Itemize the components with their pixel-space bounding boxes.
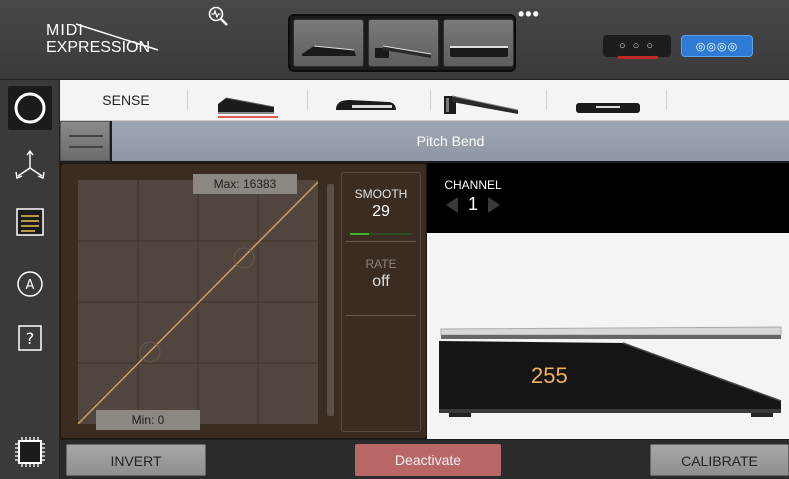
smooth-value: 29 xyxy=(372,203,390,220)
curve-max-label: Max: 16383 xyxy=(193,174,297,194)
sidebar: A ? xyxy=(0,80,60,479)
flat-switch-icon xyxy=(576,103,640,113)
preset-button-1[interactable] xyxy=(293,19,364,67)
pedal-preset-group xyxy=(288,14,516,72)
hamburger-line xyxy=(69,146,103,148)
sidebar-item-auto[interactable]: A xyxy=(8,262,52,306)
sidebar-item-help[interactable]: ? xyxy=(8,316,52,360)
smooth-level-fill xyxy=(350,233,369,235)
rate-value: off xyxy=(372,273,390,290)
channel-prev-icon[interactable] xyxy=(445,196,458,213)
sidebar-item-device[interactable] xyxy=(8,430,52,474)
rate-label: RATE xyxy=(365,257,397,271)
lever-pedal-icon xyxy=(375,45,432,58)
invert-button[interactable]: INVERT xyxy=(66,444,206,476)
question-icon: ? xyxy=(18,325,42,351)
rate-control[interactable]: RATE off xyxy=(342,251,420,311)
tab-flat-switch[interactable] xyxy=(570,80,646,121)
tab-divider xyxy=(187,90,188,110)
channel-value: 1 xyxy=(467,194,478,214)
sustain-pedal-icon xyxy=(444,95,519,114)
sidebar-item-main[interactable] xyxy=(8,86,52,130)
channel-next-icon[interactable] xyxy=(488,196,500,213)
help-question-label: ? xyxy=(26,329,35,348)
sidebar-item-settings[interactable] xyxy=(8,200,52,244)
more-options-icon[interactable]: ••• xyxy=(518,4,540,25)
filter-controls: SMOOTH 29 RATE off xyxy=(341,172,421,432)
preset-button-3[interactable] xyxy=(443,19,514,67)
pedal-type-tabs: SENSE xyxy=(60,80,789,121)
app-logo: MIDI EXPRESSION xyxy=(46,22,159,56)
list-document-icon xyxy=(16,208,44,236)
flat-pedal-icon xyxy=(302,45,356,56)
control-divider xyxy=(346,315,416,316)
tab-selected-indicator xyxy=(218,116,278,118)
jack-selector-a[interactable]: ○ ○ ○ xyxy=(603,35,671,57)
button-pedal-icon xyxy=(336,100,396,110)
calibrate-button[interactable]: CALIBRATE xyxy=(650,444,789,476)
channel-selector: CHANNEL 1 xyxy=(433,173,513,221)
response-curve-editor[interactable] xyxy=(77,180,319,425)
pedal-search-icon[interactable] xyxy=(208,6,232,28)
curve-handle-high[interactable] xyxy=(233,247,255,269)
jack-selector-b[interactable]: ◎◎◎◎ xyxy=(681,35,753,57)
response-curve-panel: Max: 16383 Min: 0 SMOOTH 29 RATE off xyxy=(60,163,427,439)
tab-sense[interactable]: SENSE xyxy=(90,80,162,121)
logo-swoosh-icon xyxy=(75,23,159,51)
tab-divider xyxy=(666,90,667,110)
tab-ramp-pedal[interactable] xyxy=(212,80,284,121)
channel-strip: CHANNEL 1 xyxy=(427,163,789,233)
mode-title-bar[interactable]: Pitch Bend xyxy=(112,121,789,161)
preset-button-2[interactable] xyxy=(368,19,439,67)
smooth-level-bar xyxy=(350,233,412,235)
smooth-label: SMOOTH xyxy=(354,187,408,201)
channel-label: CHANNEL xyxy=(444,178,502,192)
ramp-pedal-icon xyxy=(218,97,275,114)
mode-menu-button[interactable] xyxy=(60,121,110,161)
hamburger-line xyxy=(69,135,103,137)
action-bar: INVERT Deactivate CALIBRATE xyxy=(60,440,789,479)
circled-a-label: A xyxy=(26,278,35,293)
pedal-illustration[interactable] xyxy=(427,323,789,423)
chip-icon xyxy=(15,437,45,467)
jack-selector-a-indicator xyxy=(618,56,658,59)
tab-button-pedal[interactable] xyxy=(328,80,404,121)
ring-icon xyxy=(14,92,46,124)
tab-divider xyxy=(546,90,547,110)
deactivate-button[interactable]: Deactivate xyxy=(355,444,501,476)
wide-pedal-icon xyxy=(450,46,508,57)
pedal-value-readout: 255 xyxy=(531,363,568,388)
pedal-preview-area: CHANNEL 1 255 xyxy=(427,163,789,439)
tab-divider xyxy=(430,90,431,110)
app-window: MIDI EXPRESSION ••• ○ ○ ○ ◎◎◎◎ A ? SENSE… xyxy=(0,0,789,479)
routing-arrows-icon xyxy=(15,149,45,179)
curve-scrollbar[interactable] xyxy=(327,184,334,416)
sidebar-item-routing[interactable] xyxy=(8,144,52,188)
tab-sustain-pedal[interactable] xyxy=(438,80,528,121)
header-bar: MIDI EXPRESSION ••• ○ ○ ○ ◎◎◎◎ xyxy=(0,0,789,80)
tab-divider xyxy=(307,90,308,110)
control-divider xyxy=(346,241,416,242)
channel-stepper: 1 xyxy=(433,194,513,215)
response-curve-graph xyxy=(77,180,319,425)
curve-min-label: Min: 0 xyxy=(96,410,200,430)
smooth-control[interactable]: SMOOTH 29 xyxy=(342,181,420,241)
circled-a-icon: A xyxy=(17,271,43,297)
